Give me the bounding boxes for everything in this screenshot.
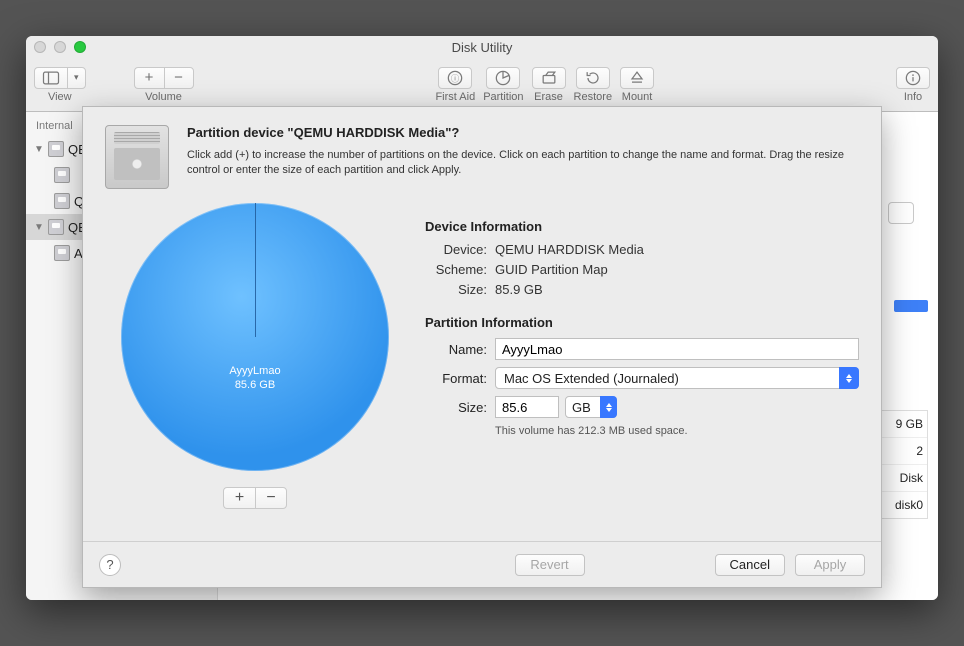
zoom-icon[interactable]: [74, 41, 86, 53]
hard-disk-icon: [48, 219, 64, 235]
name-k: Name:: [425, 342, 487, 357]
toolbar: ▾ View + − Volume ⓘ First Aid: [26, 58, 938, 112]
hard-disk-icon: [54, 245, 70, 261]
erase-button[interactable]: [532, 67, 566, 89]
first-aid-button[interactable]: ⓘ: [438, 67, 472, 89]
scheme-v: GUID Partition Map: [495, 262, 608, 277]
mount-label: Mount: [622, 91, 653, 103]
scheme-k: Scheme:: [425, 262, 487, 277]
sheet-description: Click add (+) to increase the number of …: [187, 148, 859, 178]
size-unit-value: GB: [572, 400, 591, 415]
first-aid-label: First Aid: [435, 91, 475, 103]
device-v: QEMU HARDDISK Media: [495, 242, 644, 257]
info-button[interactable]: [896, 67, 930, 89]
volume-add-button[interactable]: +: [134, 67, 164, 89]
window-title: Disk Utility: [452, 40, 513, 55]
view-label: View: [48, 91, 72, 103]
volume-remove-button[interactable]: −: [164, 67, 194, 89]
updown-icon: [600, 396, 617, 418]
plus-icon: +: [145, 69, 154, 86]
used-space-note: This volume has 212.3 MB used space.: [495, 425, 859, 437]
disclosure-triangle-icon[interactable]: ▼: [34, 144, 44, 155]
pie-size: 85.6 GB: [121, 378, 389, 392]
bg-usage-stripe: [894, 300, 928, 312]
view-menu-button[interactable]: ▾: [67, 67, 86, 89]
size-unit-select[interactable]: GB: [565, 396, 617, 418]
remove-partition-button[interactable]: −: [255, 487, 287, 509]
first-aid-icon: ⓘ: [445, 68, 465, 88]
info-icon: [903, 68, 923, 88]
minus-icon: −: [174, 69, 183, 86]
format-k: Format:: [425, 371, 487, 386]
titlebar: Disk Utility: [26, 36, 938, 58]
partition-size-input[interactable]: [495, 396, 559, 418]
minimize-icon[interactable]: [54, 41, 66, 53]
bg-button: [888, 202, 914, 224]
partition-label: Partition: [483, 91, 523, 103]
mount-button[interactable]: [620, 67, 654, 89]
hard-disk-large-icon: [105, 125, 169, 189]
partition-pie[interactable]: AyyyLmao 85.6 GB: [121, 203, 389, 471]
chevron-down-icon: ▾: [74, 72, 79, 83]
disk-utility-window: Disk Utility ▾ View + − Vo: [26, 36, 938, 600]
partition-info-heading: Partition Information: [425, 315, 859, 330]
apply-label: Apply: [814, 557, 847, 572]
dsize-v: 85.9 GB: [495, 282, 543, 297]
apply-button: Apply: [795, 554, 865, 576]
partition-button[interactable]: [486, 67, 520, 89]
sheet-heading: Partition device "QEMU HARDDISK Media"?: [187, 125, 859, 140]
restore-button[interactable]: [576, 67, 610, 89]
pie-name: AyyyLmao: [121, 364, 389, 378]
info-label: Info: [904, 91, 922, 103]
cancel-button[interactable]: Cancel: [715, 554, 785, 576]
pie-label: AyyyLmao 85.6 GB: [121, 364, 389, 393]
hard-disk-icon: [48, 141, 64, 157]
revert-label: Revert: [530, 557, 568, 572]
hard-disk-icon: [54, 167, 70, 183]
revert-button: Revert: [515, 554, 585, 576]
volume-label: Volume: [145, 91, 182, 103]
psize-k: Size:: [425, 400, 487, 415]
restore-icon: [583, 68, 603, 88]
erase-label: Erase: [534, 91, 563, 103]
close-icon[interactable]: [34, 41, 46, 53]
format-select[interactable]: Mac OS Extended (Journaled): [495, 367, 859, 389]
updown-icon: [839, 367, 859, 389]
partition-name-input[interactable]: [495, 338, 859, 360]
cancel-label: Cancel: [730, 557, 770, 572]
erase-icon: [539, 68, 559, 88]
view-button[interactable]: [34, 67, 67, 89]
sidebar-icon: [41, 68, 61, 88]
help-icon: ?: [106, 557, 113, 572]
add-partition-button[interactable]: +: [223, 487, 255, 509]
format-value: Mac OS Extended (Journaled): [504, 371, 679, 386]
partition-icon: [493, 68, 513, 88]
minus-icon: −: [266, 489, 275, 507]
plus-icon: +: [235, 489, 244, 507]
restore-label: Restore: [574, 91, 613, 103]
device-info-heading: Device Information: [425, 219, 859, 234]
device-k: Device:: [425, 242, 487, 257]
partition-sheet: Partition device "QEMU HARDDISK Media"? …: [82, 106, 882, 588]
hard-disk-icon: [54, 193, 70, 209]
dsize-k: Size:: [425, 282, 487, 297]
mount-icon: [627, 68, 647, 88]
svg-text:ⓘ: ⓘ: [451, 73, 460, 83]
help-button[interactable]: ?: [99, 554, 121, 576]
disclosure-triangle-icon[interactable]: ▼: [34, 222, 44, 233]
